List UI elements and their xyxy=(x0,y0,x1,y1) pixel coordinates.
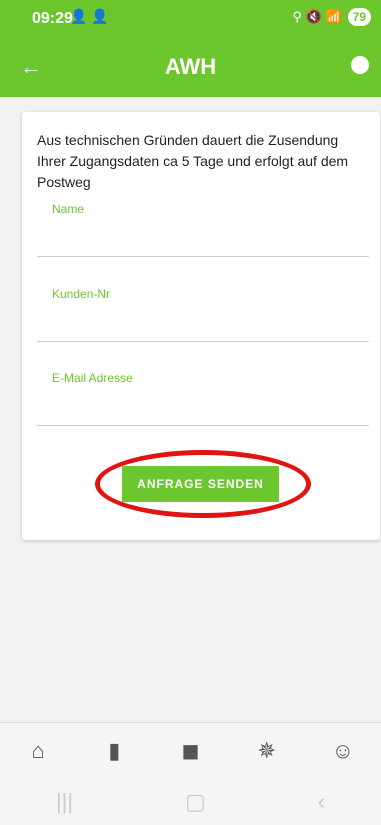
notification-icons: 👤 👤 xyxy=(70,8,109,24)
recent-apps-icon[interactable]: ||| xyxy=(56,789,73,815)
top-bar: 09:29 👤 👤 ⚲ 🔇 📶 79 ← AWH xyxy=(0,0,381,97)
network-icon[interactable]: ✵ xyxy=(253,737,281,765)
status-right: ⚲ 🔇 📶 79 xyxy=(293,8,371,26)
app-bar: ← AWH xyxy=(0,42,381,97)
submit-request-button[interactable]: ANFRAGE SENDEN xyxy=(122,466,279,502)
customer-number-label: Kunden-Nr xyxy=(52,287,111,301)
home-button-icon[interactable]: ▢ xyxy=(185,789,206,815)
email-label: E-Mail Adresse xyxy=(52,371,133,385)
status-time: 09:29 xyxy=(32,10,73,27)
name-label: Name xyxy=(52,202,85,216)
name-input[interactable] xyxy=(37,224,369,257)
meter-icon[interactable]: ◼ xyxy=(176,737,204,765)
users-icon[interactable]: ☺ xyxy=(329,737,357,765)
back-icon[interactable]: ‹ xyxy=(318,789,325,815)
status-bar: 09:29 👤 👤 ⚲ 🔇 📶 79 xyxy=(0,0,381,40)
bottom-nav: ⌂ ▮ ◼ ✵ ☺ xyxy=(0,722,381,779)
customer-number-input[interactable] xyxy=(37,309,369,342)
home-icon[interactable]: ⌂ xyxy=(24,737,52,765)
system-nav: ||| ▢ ‹ xyxy=(0,778,381,825)
profile-icon[interactable] xyxy=(351,56,369,74)
page-title: AWH xyxy=(164,54,217,79)
email-input[interactable] xyxy=(37,393,369,426)
battery-badge: 79 xyxy=(347,8,371,26)
tower-icon[interactable]: ▮ xyxy=(100,737,128,765)
signal-icons: ⚲ 🔇 📶 xyxy=(292,9,342,24)
info-text: Aus technischen Gründen dauert die Zusen… xyxy=(37,132,349,190)
